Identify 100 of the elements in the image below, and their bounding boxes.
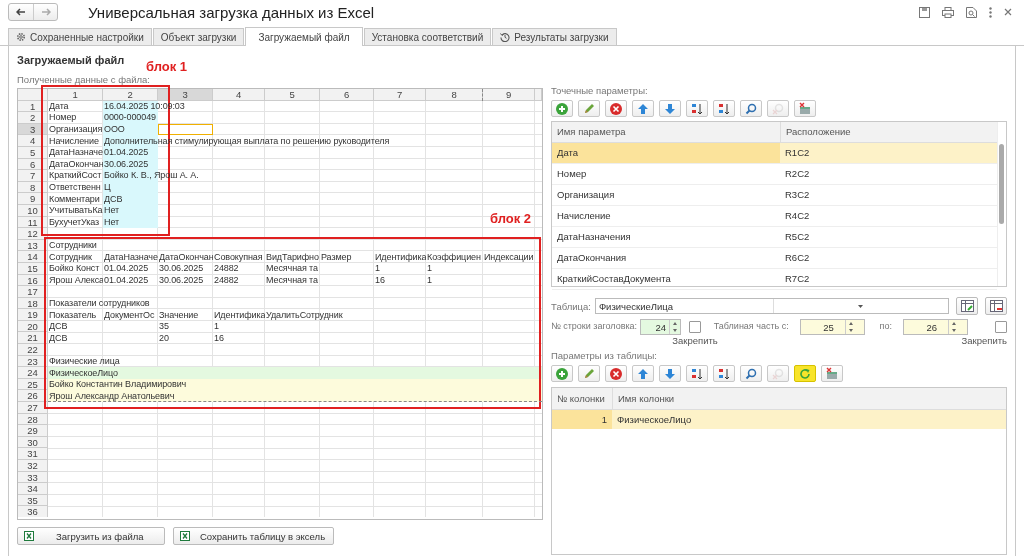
table-remove-button[interactable] (985, 297, 1007, 315)
spin-up-icon[interactable] (848, 322, 853, 325)
save-icon[interactable] (919, 6, 930, 18)
spin-down-icon[interactable] (673, 329, 678, 332)
toolbar-button[interactable] (578, 365, 600, 382)
file-button[interactable]: Сохранить таблицу в эксель (173, 527, 335, 545)
toolbar-button[interactable] (686, 100, 708, 117)
spreadsheet[interactable] (18, 89, 542, 517)
row-header[interactable]: 12 (18, 228, 48, 240)
column-header[interactable]: 8 (426, 89, 483, 101)
toolbar-button[interactable] (713, 365, 735, 382)
row-header[interactable]: 19 (18, 309, 48, 321)
row-header[interactable]: 34 (18, 483, 48, 495)
more-icon[interactable] (989, 6, 992, 18)
cell-cursor[interactable] (158, 123, 213, 136)
table-row[interactable]: ДатаОкончания R6C2 (552, 248, 997, 269)
column-header[interactable]: Расположение (780, 122, 997, 142)
table-row[interactable]: Начисление R4C2 (552, 206, 997, 227)
toolbar-button[interactable] (551, 100, 573, 117)
table-row[interactable]: ДатаНазначения R5C2 (552, 227, 997, 248)
row-header[interactable]: 31 (18, 448, 48, 460)
row-header[interactable]: 9 (18, 193, 48, 205)
table-row[interactable]: Организация R3C2 (552, 185, 997, 206)
number-field[interactable]: 26 (903, 319, 968, 335)
toolbar-button[interactable] (632, 100, 654, 117)
search-icon (744, 366, 758, 381)
row-header[interactable]: 22 (18, 344, 48, 356)
sort-icon (717, 366, 731, 381)
column-header[interactable]: Имя колонки (612, 388, 1006, 409)
toolbar-button[interactable] (794, 365, 816, 382)
tab[interactable]: Результаты загрузки (492, 28, 617, 45)
number-field[interactable]: 24 (640, 319, 682, 335)
toolbar-button[interactable] (794, 100, 816, 117)
table-row[interactable]: Номер R2C2 (552, 164, 997, 185)
row-header[interactable]: 17 (18, 286, 48, 298)
toolbar-button[interactable] (551, 365, 573, 382)
tab[interactable]: Загружаемый файл (245, 27, 363, 46)
column-header[interactable]: 2 (103, 89, 158, 101)
sheet-cell-text: Сотрудники (49, 241, 97, 250)
toolbar-button[interactable] (740, 365, 762, 382)
file-button[interactable]: Загрузить из файла (17, 527, 165, 545)
close-icon[interactable] (1004, 8, 1012, 16)
sheet-cell-text: ДСВ (104, 194, 123, 204)
preview-icon[interactable] (966, 6, 977, 18)
spin-down-icon[interactable] (848, 329, 853, 332)
sheet-cell-text: ФизическоеЛицо (49, 368, 118, 378)
sheet-cell-text: ДатаОкончан (159, 252, 213, 262)
toolbar-button[interactable] (578, 100, 600, 117)
tab[interactable]: Сохраненные настройки (8, 28, 152, 45)
number-field[interactable]: 25 (799, 319, 865, 335)
toolbar-button[interactable] (659, 365, 681, 382)
column-header[interactable]: 4 (213, 89, 265, 101)
spin-up-icon[interactable] (952, 322, 956, 325)
row-header[interactable]: 26 (18, 390, 48, 403)
row-header[interactable]: 4 (18, 135, 48, 147)
print-icon[interactable] (942, 6, 954, 18)
column-header[interactable]: 6 (320, 89, 374, 101)
toolbar-button[interactable] (605, 100, 627, 117)
search-cancel-icon (771, 366, 785, 381)
tab[interactable]: Объект загрузки (152, 28, 245, 45)
clear-table-icon (798, 101, 812, 116)
checkbox-label: Закрепить (961, 335, 1007, 346)
column-header[interactable]: 5 (265, 89, 320, 101)
row-header[interactable]: 32 (18, 460, 48, 472)
checkbox[interactable] (689, 321, 702, 333)
toolbar-button[interactable] (605, 365, 627, 382)
toolbar-button[interactable] (821, 365, 843, 382)
column-header[interactable]: 1 (48, 89, 103, 101)
table-edit-icon (960, 300, 974, 312)
row-header[interactable]: 29 (18, 425, 48, 437)
toolbar-button[interactable] (686, 365, 708, 382)
row-header[interactable]: 14 (18, 251, 48, 263)
sheet-corner[interactable] (18, 89, 48, 101)
table-select[interactable]: ФизическиеЛица (594, 298, 949, 314)
table-edit-button[interactable] (956, 297, 978, 315)
row-header[interactable]: 24 (18, 367, 48, 379)
sheet-cell-text: Ц (104, 183, 111, 193)
column-header[interactable]: № колонки (552, 388, 612, 409)
row-header[interactable]: 7 (18, 170, 48, 182)
sheet-cell-text: Идентифика (214, 310, 265, 320)
toolbar-button[interactable] (659, 100, 681, 117)
toolbar-button[interactable] (713, 100, 735, 117)
spin-up-icon[interactable] (673, 322, 678, 325)
row-header[interactable]: 27 (18, 402, 48, 414)
column-header[interactable]: Имя параметра (552, 122, 780, 142)
column-header[interactable]: 7 (374, 89, 426, 101)
row-header[interactable]: 21 (18, 332, 48, 345)
toolbar-button[interactable] (632, 365, 654, 382)
row-header[interactable]: 2 (18, 112, 48, 124)
table-row[interactable]: Дата R1C2 (552, 143, 997, 164)
table-row[interactable]: КраткийСоставДокумента R7C2 (552, 269, 997, 290)
column-header[interactable]: 9 (483, 89, 535, 101)
column-header[interactable]: 3 (158, 89, 213, 101)
toolbar-button[interactable] (740, 100, 762, 117)
scrollbar-thumb[interactable] (999, 144, 1004, 224)
tab[interactable]: Установка соответствий (363, 28, 492, 45)
spin-down-icon[interactable] (952, 329, 956, 332)
checkbox[interactable] (995, 321, 1007, 333)
sheet-cell-text: Бойко Константин Владимирович (49, 380, 187, 390)
row-header[interactable]: 36 (18, 506, 48, 517)
